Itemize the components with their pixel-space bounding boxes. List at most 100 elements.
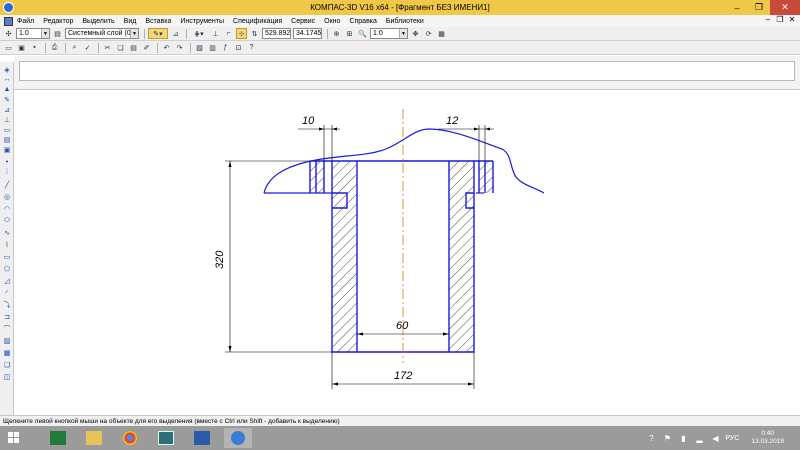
measure-icon[interactable]: ⊡ bbox=[233, 42, 244, 53]
open-folder-icon[interactable]: ▣ bbox=[16, 42, 27, 53]
format-painter-icon[interactable]: ✐ bbox=[141, 42, 152, 53]
spline-icon[interactable]: ∿ bbox=[2, 228, 12, 237]
zoom-window-icon[interactable]: ⊞ bbox=[344, 28, 355, 39]
menu-file[interactable]: Файл bbox=[17, 18, 34, 25]
menu-libraries[interactable]: Библиотеки bbox=[386, 18, 424, 25]
language-indicator[interactable]: РУС bbox=[725, 435, 739, 442]
grid-icon[interactable]: ⋕▾ bbox=[190, 28, 208, 39]
clock[interactable]: 0:40 13.03.2018 bbox=[751, 430, 784, 446]
polyline-icon[interactable]: ⌇ bbox=[2, 240, 12, 249]
menu-window[interactable]: Окно bbox=[324, 18, 340, 25]
menu-select[interactable]: Выделить bbox=[82, 18, 114, 25]
copy-icon[interactable]: ❏ bbox=[115, 42, 126, 53]
document-icon[interactable] bbox=[4, 16, 13, 26]
volume-icon[interactable]: ◀ bbox=[709, 434, 721, 443]
local-cs-icon[interactable]: ⊥ bbox=[210, 28, 221, 39]
snap-icon[interactable]: ⊿ bbox=[170, 28, 181, 39]
rectangle-icon[interactable]: ▭ bbox=[2, 252, 12, 261]
windows-start-icon[interactable] bbox=[8, 432, 20, 444]
chevron-down-icon[interactable]: ▼ bbox=[41, 29, 49, 38]
curve-icon[interactable]: ⌒ bbox=[2, 324, 12, 333]
help-pointer-icon[interactable]: ? bbox=[246, 42, 257, 53]
ortho-mode-icon[interactable]: ⊹ bbox=[236, 28, 247, 39]
taskbar-chrome-app[interactable] bbox=[116, 428, 144, 448]
chamfer-icon[interactable]: ◿ bbox=[2, 276, 12, 285]
contour-icon[interactable]: ⤵ bbox=[2, 300, 12, 309]
manager-icon[interactable]: ▧ bbox=[194, 42, 205, 53]
arc-icon[interactable]: ◠ bbox=[2, 204, 12, 213]
coord-y-field[interactable]: 34.1745 bbox=[293, 28, 322, 39]
scale-combo[interactable]: 1.0 ▼ bbox=[16, 28, 50, 39]
style-icon[interactable]: ✎▾ bbox=[148, 28, 168, 39]
menu-view[interactable]: Вид bbox=[124, 18, 137, 25]
paste-icon[interactable]: ▤ bbox=[128, 42, 139, 53]
doc-restore-button[interactable]: ❐ bbox=[774, 15, 786, 27]
drawing-canvas[interactable]: 10 12 320 60 172 bbox=[14, 91, 800, 415]
fill-icon[interactable]: ▩ bbox=[2, 348, 12, 357]
menu-service[interactable]: Сервис bbox=[291, 18, 315, 25]
copy-objects-icon[interactable]: ❏ bbox=[2, 360, 12, 369]
ellipse-icon[interactable]: ⬭ bbox=[2, 216, 12, 225]
ortho-icon[interactable]: ⌐ bbox=[223, 28, 234, 39]
hatch-icon[interactable]: ▨ bbox=[2, 336, 12, 345]
pan-icon[interactable]: ✥ bbox=[410, 28, 421, 39]
taskbar-explorer-app[interactable] bbox=[80, 428, 108, 448]
zoom-in-icon[interactable]: ⊕ bbox=[331, 28, 342, 39]
variables-icon[interactable]: ƒ bbox=[220, 42, 231, 53]
menu-editor[interactable]: Редактор bbox=[43, 18, 73, 25]
measure-icon[interactable]: ⊥ bbox=[2, 115, 12, 124]
command-input[interactable] bbox=[19, 61, 795, 81]
layers-icon[interactable]: ▤ bbox=[52, 28, 63, 39]
menu-specification[interactable]: Спецификация bbox=[233, 18, 282, 25]
save-icon[interactable]: ▪ bbox=[29, 42, 40, 53]
help-icon[interactable]: ? bbox=[645, 434, 657, 443]
menu-help[interactable]: Справка bbox=[349, 18, 376, 25]
chevron-down-icon[interactable]: ▼ bbox=[130, 29, 138, 38]
parametrization-icon[interactable]: ⊿ bbox=[2, 105, 12, 114]
select-icon[interactable]: ▭ bbox=[2, 125, 12, 134]
layer-combo[interactable]: Системный слой (0) ▼ bbox=[65, 28, 139, 39]
layers-panel-icon[interactable]: ◫ bbox=[2, 372, 12, 381]
spell-icon[interactable]: ✓ bbox=[82, 42, 93, 53]
doc-minimize-button[interactable]: – bbox=[762, 15, 774, 27]
flag-icon[interactable]: ⚑ bbox=[661, 434, 673, 443]
redo-icon[interactable]: ↷ bbox=[174, 42, 185, 53]
dimensions-icon[interactable]: ↔ bbox=[2, 75, 12, 84]
minimize-button[interactable]: – bbox=[726, 0, 748, 15]
aux-line-icon[interactable]: ⁞ bbox=[2, 168, 12, 177]
taskbar-word-app[interactable] bbox=[188, 428, 216, 448]
coord-x-field[interactable]: 529.892 bbox=[262, 28, 291, 39]
menu-insert[interactable]: Вставка bbox=[145, 18, 171, 25]
fillet-icon[interactable]: ◜ bbox=[2, 288, 12, 297]
new-file-icon[interactable]: ▭ bbox=[3, 42, 14, 53]
title-bar[interactable]: КОМПАС-3D V16 x64 - [Фрагмент БЕЗ ИМЕНИ1… bbox=[0, 0, 800, 15]
equidistant-icon[interactable]: ⊐ bbox=[2, 312, 12, 321]
segment-icon[interactable]: ╱ bbox=[2, 180, 12, 189]
restore-button[interactable]: ❐ bbox=[748, 0, 770, 15]
print-icon[interactable]: ⎙ bbox=[49, 42, 60, 53]
circle-icon[interactable]: ◎ bbox=[2, 192, 12, 201]
close-button[interactable]: ✕ bbox=[770, 0, 800, 15]
zoom-icon[interactable]: 🔍 bbox=[357, 28, 368, 39]
cut-icon[interactable]: ✂ bbox=[102, 42, 113, 53]
menu-tools[interactable]: Инструменты bbox=[180, 18, 224, 25]
battery-icon[interactable]: ▮ bbox=[677, 434, 689, 443]
undo-icon[interactable]: ↶ bbox=[161, 42, 172, 53]
spec-icon[interactable]: ▤ bbox=[2, 135, 12, 144]
network-icon[interactable]: ▂ bbox=[693, 434, 705, 443]
geometry-icon[interactable]: ◈ bbox=[2, 65, 12, 74]
zoom-combo[interactable]: 1.0 ▼ bbox=[370, 28, 408, 39]
point-icon[interactable]: • bbox=[2, 158, 12, 167]
chevron-down-icon[interactable]: ▼ bbox=[399, 29, 407, 38]
edit-icon[interactable]: ✎ bbox=[2, 95, 12, 104]
step-icon[interactable]: ✣ bbox=[3, 28, 14, 39]
preview-icon[interactable]: ⌕ bbox=[69, 42, 80, 53]
report-icon[interactable]: ▣ bbox=[2, 145, 12, 154]
taskbar-kompas-app[interactable] bbox=[224, 428, 252, 448]
taskbar-monitor-app[interactable] bbox=[152, 428, 180, 448]
symbols-icon[interactable]: ▲ bbox=[2, 85, 12, 94]
doc-close-button[interactable]: ✕ bbox=[786, 15, 798, 27]
taskbar-excel-app[interactable] bbox=[44, 428, 72, 448]
refresh-icon[interactable]: ⟳ bbox=[423, 28, 434, 39]
extra-view-icon[interactable]: ▦ bbox=[436, 28, 447, 39]
